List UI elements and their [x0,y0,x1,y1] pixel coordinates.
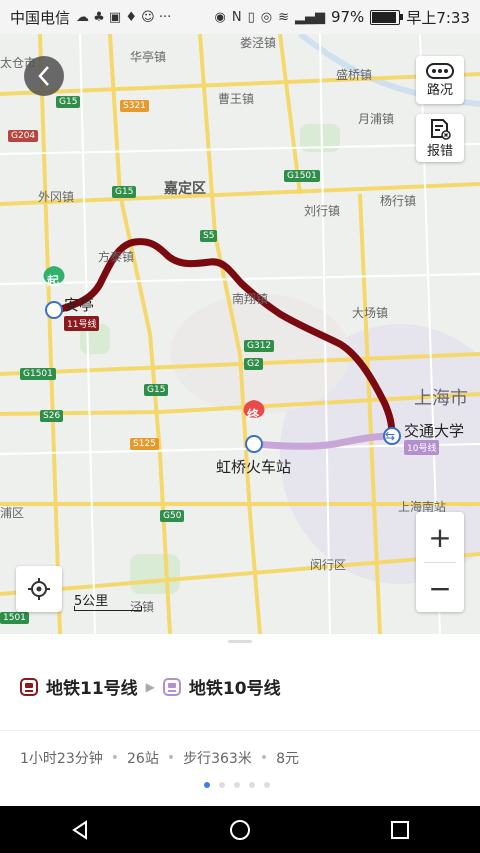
locate-button[interactable] [16,566,62,612]
route-stats: 1小时23分钟 • 26站 • 步行363米 • 8元 [20,748,299,768]
place-yanghang: 杨行镇 [380,194,417,208]
hw-g1501: 1501 [0,612,29,624]
scale-bar [74,606,142,611]
nav-recents-icon[interactable] [389,819,411,841]
vibrate-icon: ▯ [247,9,255,25]
report-label: 报错 [426,143,453,159]
traffic-button[interactable]: 路况 [416,56,464,104]
clock: 早上7:33 [406,8,470,27]
locate-icon [28,578,50,600]
chevron-left-icon [38,66,49,86]
route-line1-label: 地铁11号线 [46,679,138,699]
station-label-anting: 安亭 [64,296,95,314]
page-dot [264,782,270,788]
traffic-label: 路况 [426,82,453,98]
divider [0,730,480,731]
duration: 1小时23分钟 [20,751,103,767]
report-icon [431,118,451,140]
start-marker: 起 [47,274,60,288]
location-icon: ◉ [214,9,226,25]
station-label-hongqiao: 虹桥火车站 [216,458,292,476]
place-liuhang: 刘行镇 [304,204,341,218]
place-caowang: 曹王镇 [218,92,255,106]
page-dot [234,782,240,788]
separator: • [259,750,269,766]
end-marker: 终 [247,408,260,422]
fare: 8元 [276,751,300,767]
nav-home-icon[interactable] [229,819,251,841]
traffic-icon [426,62,454,79]
place-yuepu: 月浦镇 [358,112,395,126]
sheet-handle[interactable] [228,640,252,643]
page-dot [249,782,255,788]
nfc-icon: N [231,9,242,25]
place-dachang: 大场镇 [352,306,389,320]
hw-s125: S125 [130,438,159,450]
metro-line10-icon [162,677,181,696]
hw-s321: S321 [120,100,149,112]
nav-back-icon[interactable] [69,819,91,841]
place-loujing: 娄泾镇 [240,36,277,50]
place-nanxiang: 南翔镇 [232,292,269,306]
place-fangtai: 方泰镇 [98,250,135,264]
back-button[interactable] [24,56,64,96]
hw-g15: G15 [56,96,81,108]
zoom-out-button[interactable]: − [416,563,464,613]
separator: • [110,750,119,766]
eye-icon: ◎ [260,9,273,25]
status-bar: 中国电信 ☁ ♣ ▣ ♦ ☺ ··· ◉ N ▯ ◎ ≋ ▂▄▆ 97% 早上7… [0,0,480,34]
hw-g15: G15 [144,384,169,396]
system-nav-bar [0,806,480,853]
station-anting[interactable] [45,301,63,319]
wifi-icon: ≋ [278,9,289,25]
place-qingpu: 浦区 [0,506,25,520]
place-shanghai: 上海市 [414,388,468,409]
route-line2-label: 地铁10号线 [188,679,281,699]
hw-g15: G15 [112,186,137,198]
park-area [130,554,180,594]
report-error-button[interactable]: 报错 [416,114,464,162]
battery-percent: 97% [330,8,365,26]
line11-tag: 11号线 [64,316,100,331]
map-view[interactable]: 起 终 太仓市 华亭镇 娄泾镇 盛桥镇 曹王镇 月浦镇 外冈镇 嘉定区 刘行镇 … [0,34,480,634]
zoom-in-button[interactable]: + [416,512,464,562]
page-dot [204,782,210,788]
zoom-control: + − [416,512,464,612]
place-minhang: 闵行区 [310,558,347,572]
page-indicator [204,782,270,788]
station-hongqiao[interactable] [245,435,263,453]
hw-g1501: G1501 [284,170,320,182]
hw-s26: S26 [40,410,64,422]
signal-icon: ▂▄▆ [294,9,325,25]
walk-distance: 步行363米 [183,751,252,767]
hw-g2: G2 [244,358,263,370]
notification-icons: ☁ ♣ ▣ ♦ ☺ ··· [76,9,172,25]
place-shengqiao: 盛桥镇 [336,68,373,82]
place-jiading: 嘉定区 [164,181,206,197]
hw-g50: G50 [160,510,185,522]
hw-g1501: G1501 [20,368,56,380]
urban-area [170,294,350,414]
hw-g312: G312 [244,340,275,352]
route-lines: 地铁11号线 ▶ 地铁10号线 [20,674,281,699]
station-label-jiaotong: 交通大学 [404,422,465,440]
stop-count: 26站 [127,751,159,767]
route-summary-sheet[interactable]: 地铁11号线 ▶ 地铁10号线 1小时23分钟 • 26站 • 步行363米 •… [0,634,480,806]
arrow-right-icon: ▶ [145,679,155,694]
separator: • [166,750,176,766]
carrier-label: 中国电信 [10,8,71,27]
hw-g204: G204 [8,130,39,142]
place-huating: 华亭镇 [130,50,167,64]
battery-icon [370,9,404,25]
hw-s5: S5 [200,230,218,242]
place-waigang: 外冈镇 [38,190,75,204]
map-canvas [0,34,480,634]
line10-tag: 10号线 [404,440,440,455]
metro-line11-icon [20,677,38,696]
page-dot [219,782,225,788]
transfer-icon: ⇆ [385,429,396,443]
